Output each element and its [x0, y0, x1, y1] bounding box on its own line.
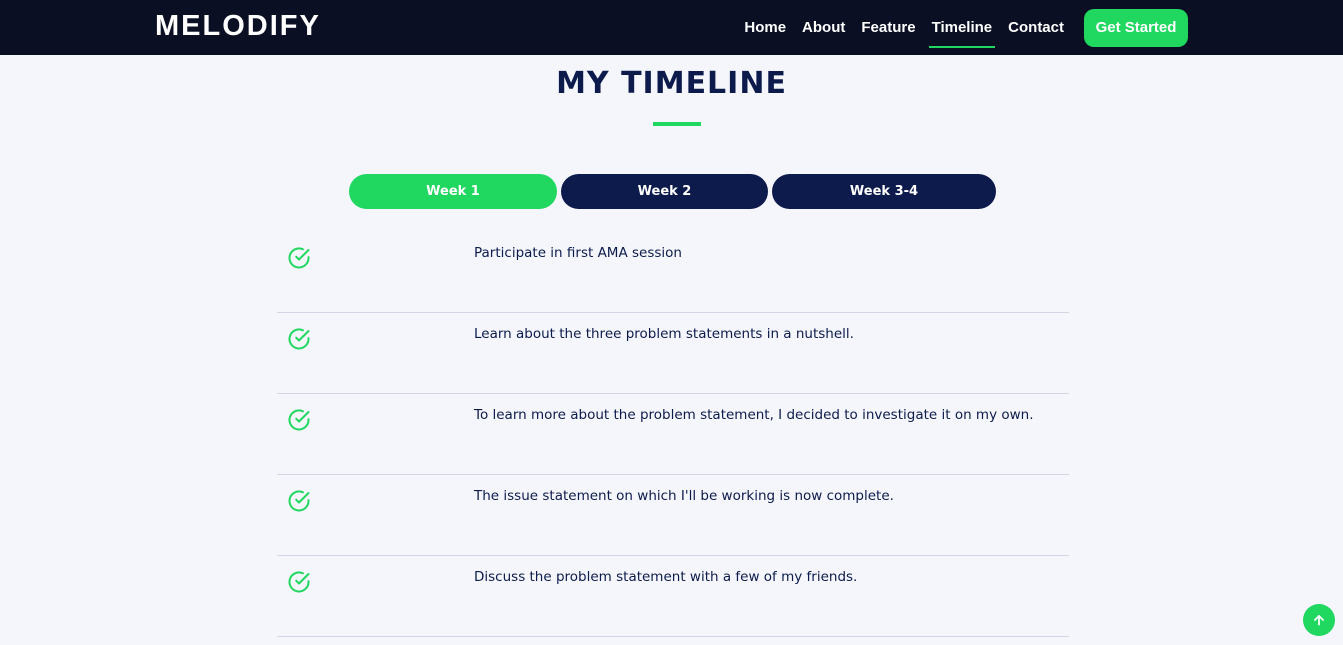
timeline-item: Participate in first AMA session	[277, 232, 1069, 313]
timeline-item-text: Discuss the problem statement with a few…	[474, 569, 858, 585]
scroll-to-top-button[interactable]	[1303, 604, 1335, 636]
timeline-list: Participate in first AMA session Learn a…	[277, 232, 1069, 637]
check-circle-icon	[288, 490, 310, 512]
timeline-item: Learn about the three problem statements…	[277, 313, 1069, 394]
check-circle-icon	[288, 328, 310, 350]
timeline-item-text: Learn about the three problem statements…	[474, 326, 854, 342]
brand-logo[interactable]: MELODIFY	[155, 9, 321, 43]
nav-menu: Home About Feature Timeline Contact Get …	[728, 0, 1188, 55]
timeline-item-text: To learn more about the problem statemen…	[474, 407, 1034, 423]
check-circle-icon	[288, 247, 310, 269]
nav-link-contact[interactable]: Contact	[1008, 11, 1064, 44]
timeline-item-text: The issue statement on which I'll be wor…	[474, 488, 894, 504]
get-started-button[interactable]: Get Started	[1084, 8, 1188, 47]
check-circle-icon	[288, 571, 310, 593]
timeline-item: To learn more about the problem statemen…	[277, 394, 1069, 475]
title-underline	[653, 122, 701, 126]
nav-link-timeline[interactable]: Timeline	[928, 11, 995, 48]
page-title: MY TIMELINE	[556, 66, 787, 101]
tab-week-1[interactable]: Week 1	[349, 174, 557, 209]
check-circle-icon	[288, 409, 310, 431]
tab-week-3-4[interactable]: Week 3-4	[772, 174, 996, 209]
navbar: MELODIFY Home About Feature Timeline Con…	[0, 0, 1343, 55]
week-tabs: Week 1 Week 2 Week 3-4	[349, 174, 996, 209]
nav-link-about[interactable]: About	[802, 11, 845, 44]
nav-link-home[interactable]: Home	[744, 11, 786, 44]
timeline-item: Discuss the problem statement with a few…	[277, 556, 1069, 637]
timeline-item-text: Participate in first AMA session	[474, 245, 682, 261]
timeline-item: The issue statement on which I'll be wor…	[277, 475, 1069, 556]
nav-link-feature[interactable]: Feature	[861, 11, 915, 44]
arrow-up-icon	[1314, 615, 1324, 626]
tab-week-2[interactable]: Week 2	[561, 174, 768, 209]
